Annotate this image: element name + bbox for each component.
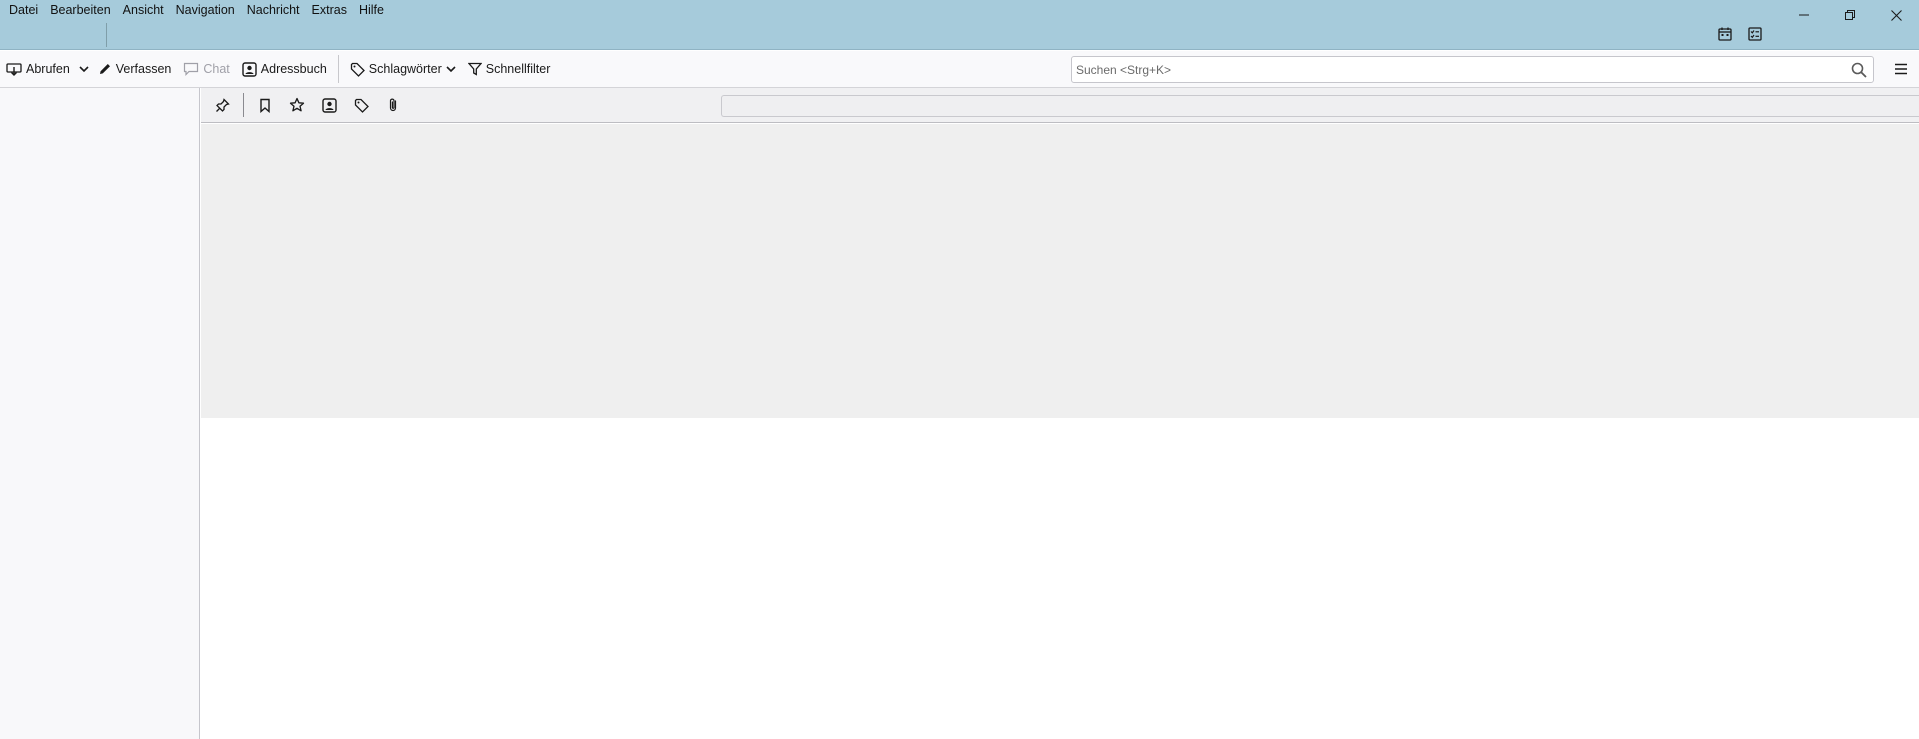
close-icon[interactable] (1873, 0, 1919, 30)
chevron-down-icon (79, 65, 89, 73)
get-messages-label: Abrufen (26, 62, 70, 76)
pencil-icon (98, 62, 112, 76)
app-menu-icon[interactable] (1893, 61, 1909, 77)
title-bar: Datei Bearbeiten Ansicht Navigation Nach… (0, 0, 1919, 50)
calendar-icon[interactable] (1717, 26, 1733, 42)
attachment-icon[interactable] (380, 92, 406, 118)
toolbar-separator (337, 55, 339, 83)
menu-bearbeiten[interactable]: Bearbeiten (44, 3, 116, 17)
address-book-label: Adressbuch (260, 62, 327, 76)
menu-hilfe[interactable]: Hilfe (353, 3, 390, 17)
pin-icon[interactable] (209, 92, 235, 118)
spaces-toolbar (1717, 26, 1763, 42)
write-button[interactable]: Verfassen (92, 56, 178, 82)
quick-filter-button[interactable]: Schnellfilter (462, 56, 557, 82)
chat-label: Chat (203, 62, 230, 76)
address-book-button[interactable]: Adressbuch (236, 56, 333, 82)
quick-filter-separator (243, 93, 244, 117)
tags-button[interactable]: Schlagwörter (344, 56, 462, 82)
quick-filter-input[interactable] (722, 96, 1919, 116)
global-search-box[interactable] (1071, 56, 1874, 83)
menu-navigation[interactable]: Navigation (170, 3, 241, 17)
get-messages-dropdown[interactable] (76, 56, 92, 82)
menu-bar: Datei Bearbeiten Ansicht Navigation Nach… (0, 0, 390, 20)
message-pane[interactable] (201, 418, 1919, 739)
folder-pane[interactable] (0, 88, 200, 739)
thread-pane[interactable] (201, 124, 1919, 418)
menu-nachricht[interactable]: Nachricht (241, 3, 306, 17)
download-mail-icon (6, 61, 22, 77)
contact-icon[interactable] (316, 92, 342, 118)
star-icon[interactable] (284, 92, 310, 118)
menu-extras[interactable]: Extras (306, 3, 353, 17)
filter-icon (467, 62, 482, 76)
window-controls (1781, 0, 1919, 30)
chat-bubble-icon (183, 62, 199, 76)
quick-filter-text-box[interactable] (721, 95, 1919, 117)
quick-filter-bar (201, 88, 1919, 123)
bookmark-icon[interactable] (252, 92, 278, 118)
address-book-icon (242, 61, 257, 77)
tag-icon (350, 62, 365, 77)
chevron-down-icon (446, 65, 456, 73)
menu-ansicht[interactable]: Ansicht (117, 3, 170, 17)
chat-button[interactable]: Chat (177, 56, 235, 82)
tag-icon[interactable] (348, 92, 374, 118)
tab-strip[interactable] (0, 23, 107, 47)
menu-datei[interactable]: Datei (3, 3, 44, 17)
search-icon[interactable] (1851, 62, 1867, 78)
minimize-icon[interactable] (1781, 0, 1827, 30)
quick-filter-label: Schnellfilter (485, 62, 551, 76)
write-label: Verfassen (115, 62, 172, 76)
main-toolbar: Abrufen Verfassen Chat Adressbuch Schlag… (0, 51, 1919, 88)
tasks-icon[interactable] (1747, 26, 1763, 42)
tags-label: Schlagwörter (368, 62, 442, 76)
search-input[interactable] (1076, 62, 1836, 77)
restore-icon[interactable] (1827, 0, 1873, 30)
get-messages-button[interactable]: Abrufen (0, 56, 76, 82)
